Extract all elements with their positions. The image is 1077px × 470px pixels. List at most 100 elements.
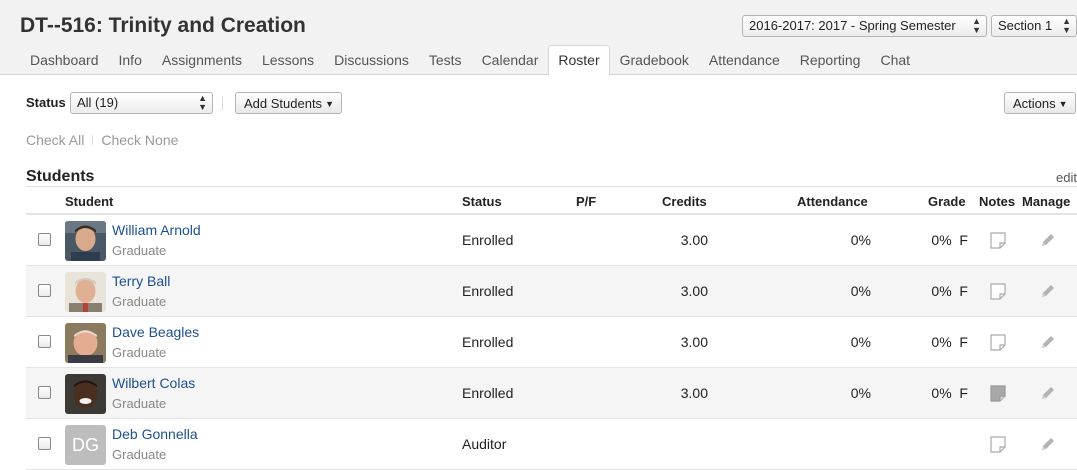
grade-value: 0% F: [931, 385, 968, 401]
table-row: Terry Ball Graduate Enrolled 3.00 0% 0% …: [26, 266, 1077, 317]
row-checkbox[interactable]: [38, 233, 51, 246]
row-checkbox[interactable]: [38, 437, 51, 450]
caret-down-icon: ▼: [1058, 99, 1068, 109]
col-manage: Manage: [1022, 194, 1071, 209]
row-checkbox[interactable]: [38, 335, 51, 348]
student-level: Graduate: [112, 294, 167, 309]
course-title: DT--516: Trinity and Creation: [20, 14, 306, 37]
tab-tests[interactable]: Tests: [419, 45, 472, 75]
col-pf[interactable]: P/F: [576, 194, 596, 209]
tab-assignments[interactable]: Assignments: [152, 45, 252, 75]
caret-down-icon: ▼: [325, 99, 334, 109]
course-tabs: Dashboard Info Assignments Lessons Discu…: [20, 45, 920, 75]
check-all-link[interactable]: Check All: [26, 132, 84, 148]
status-filter-select[interactable]: All (19) ▲ ▼: [70, 92, 213, 114]
actions-button[interactable]: Actions ▼: [1004, 92, 1076, 114]
note-icon[interactable]: [990, 283, 1006, 300]
toolbar-divider: [222, 96, 223, 110]
pencil-icon[interactable]: [1039, 435, 1057, 453]
roster-toolbar: Status All (19) ▲ ▼ Add Students ▼ Actions…: [26, 92, 1077, 114]
term-select-value: 2016-2017: 2017 - Spring Semester: [749, 18, 956, 33]
grade-value: 0% F: [931, 232, 968, 248]
select-arrows-icon: ▲ ▼: [1062, 16, 1071, 35]
tab-gradebook[interactable]: Gradebook: [610, 45, 699, 75]
tab-lessons[interactable]: Lessons: [252, 45, 324, 75]
tab-reporting[interactable]: Reporting: [790, 45, 871, 75]
table-row: William Arnold Graduate Enrolled 3.00 0%…: [26, 215, 1077, 266]
link-divider: [92, 135, 94, 145]
student-name-link[interactable]: Deb Gonnella: [112, 426, 198, 442]
enrollment-status: Enrolled: [462, 232, 514, 248]
tab-chat[interactable]: Chat: [870, 45, 920, 75]
actions-label: Actions: [1013, 96, 1056, 111]
col-notes[interactable]: Notes: [979, 194, 1015, 209]
student-level: Graduate: [112, 345, 167, 360]
table-header: Student Status P/F Credits Attendance Gr…: [26, 187, 1077, 215]
status-filter-value: All (19): [77, 95, 119, 110]
enrollment-status: Enrolled: [462, 385, 514, 401]
pencil-icon[interactable]: [1039, 333, 1057, 351]
credits-value: 3.00: [680, 283, 708, 299]
credits-value: 3.00: [680, 232, 708, 248]
attendance-value: 0%: [850, 385, 871, 401]
tab-calendar[interactable]: Calendar: [472, 45, 549, 75]
avatar[interactable]: [65, 272, 106, 312]
check-links: Check All Check None: [26, 132, 178, 148]
check-none-link[interactable]: Check None: [101, 132, 178, 148]
col-grade[interactable]: Grade: [928, 194, 966, 209]
pencil-icon[interactable]: [1039, 282, 1057, 300]
edit-link[interactable]: edit: [1056, 170, 1077, 185]
note-icon[interactable]: [990, 334, 1006, 351]
student-level: Graduate: [112, 447, 167, 462]
course-header: DT--516: Trinity and Creation 2016-2017:…: [0, 0, 1077, 75]
enrollment-status: Auditor: [462, 436, 507, 452]
students-heading: Students: [26, 168, 95, 185]
table-row: Dave Beagles Graduate Enrolled 3.00 0% 0…: [26, 317, 1077, 368]
select-arrows-icon: ▲ ▼: [972, 16, 981, 35]
credits-value: 3.00: [680, 334, 708, 350]
enrollment-status: Enrolled: [462, 283, 514, 299]
tab-attendance[interactable]: Attendance: [699, 45, 790, 75]
tab-roster[interactable]: Roster: [548, 45, 610, 75]
select-arrows-icon: ▲ ▼: [198, 93, 207, 112]
tab-discussions[interactable]: Discussions: [324, 45, 419, 75]
students-table: Student Status P/F Credits Attendance Gr…: [26, 186, 1077, 470]
section-select[interactable]: Section 1 ▲ ▼: [991, 15, 1077, 37]
attendance-value: 0%: [850, 334, 871, 350]
note-icon[interactable]: [990, 436, 1006, 453]
note-icon[interactable]: [990, 232, 1006, 249]
student-name-link[interactable]: Wilbert Colas: [112, 375, 195, 391]
attendance-value: 0%: [850, 232, 871, 248]
col-status[interactable]: Status: [462, 194, 502, 209]
avatar[interactable]: [65, 221, 106, 261]
student-level: Graduate: [112, 396, 167, 411]
pencil-icon[interactable]: [1039, 384, 1057, 402]
avatar-initials[interactable]: DG: [65, 425, 106, 465]
grade-value: 0% F: [931, 334, 968, 350]
grade-value: 0% F: [931, 283, 968, 299]
term-select[interactable]: 2016-2017: 2017 - Spring Semester ▲ ▼: [742, 15, 987, 37]
col-attendance[interactable]: Attendance: [797, 194, 868, 209]
section-select-value: Section 1: [998, 18, 1053, 33]
avatar[interactable]: [65, 374, 106, 414]
avatar[interactable]: [65, 323, 106, 363]
attendance-value: 0%: [850, 283, 871, 299]
col-student[interactable]: Student: [65, 194, 113, 209]
add-students-label: Add Students: [244, 96, 323, 111]
student-name-link[interactable]: Terry Ball: [112, 273, 170, 289]
row-checkbox[interactable]: [38, 284, 51, 297]
enrollment-status: Enrolled: [462, 334, 514, 350]
credits-value: 3.00: [680, 385, 708, 401]
tab-dashboard[interactable]: Dashboard: [20, 45, 109, 75]
tab-info[interactable]: Info: [109, 45, 152, 75]
student-level: Graduate: [112, 243, 167, 258]
table-row: Wilbert Colas Graduate Enrolled 3.00 0% …: [26, 368, 1077, 419]
pencil-icon[interactable]: [1039, 231, 1057, 249]
add-students-button[interactable]: Add Students ▼: [235, 92, 342, 114]
row-checkbox[interactable]: [38, 386, 51, 399]
note-filled-icon[interactable]: [990, 385, 1006, 402]
student-name-link[interactable]: Dave Beagles: [112, 324, 199, 340]
table-row: DG Deb Gonnella Graduate Auditor: [26, 419, 1077, 470]
col-credits[interactable]: Credits: [662, 194, 707, 209]
student-name-link[interactable]: William Arnold: [112, 222, 201, 238]
